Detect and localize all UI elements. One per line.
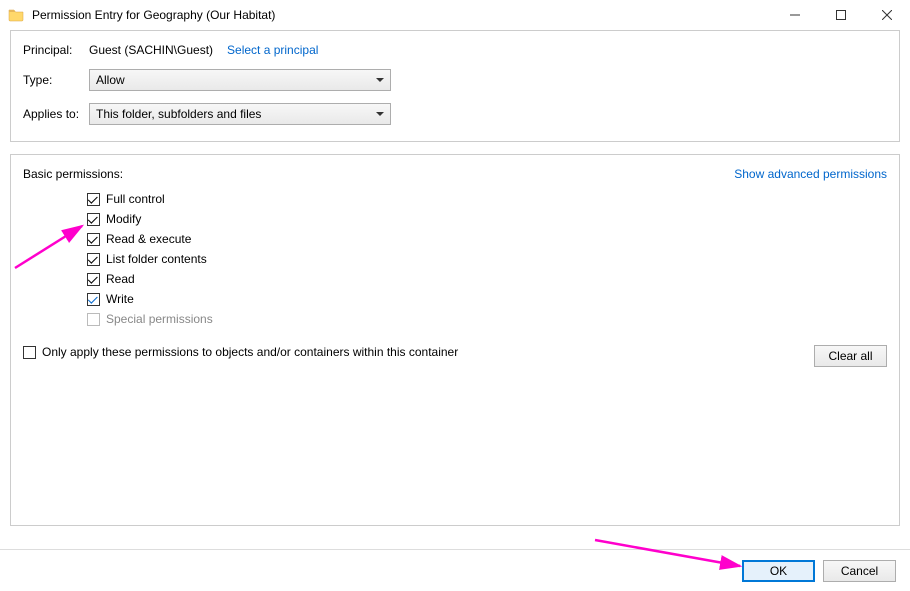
permission-label: List folder contents xyxy=(106,252,207,266)
permission-checkbox[interactable] xyxy=(87,273,100,286)
permission-checkbox[interactable] xyxy=(87,233,100,246)
permission-item: Read xyxy=(87,269,887,289)
folder-icon xyxy=(8,7,24,23)
type-label: Type: xyxy=(23,73,89,87)
titlebar: Permission Entry for Geography (Our Habi… xyxy=(0,0,910,30)
permission-item: Modify xyxy=(87,209,887,229)
window-controls xyxy=(772,0,910,30)
content: Principal: Guest (SACHIN\Guest) Select a… xyxy=(0,30,910,536)
select-principal-link[interactable]: Select a principal xyxy=(227,43,318,57)
permissions-panel: Basic permissions: Show advanced permiss… xyxy=(10,154,900,526)
applies-row: Applies to: This folder, subfolders and … xyxy=(23,103,887,125)
clear-all-button[interactable]: Clear all xyxy=(814,345,887,367)
basic-permissions-label: Basic permissions: xyxy=(23,167,123,181)
chevron-down-icon xyxy=(376,112,384,116)
cancel-label: Cancel xyxy=(841,564,878,578)
permission-checkbox[interactable] xyxy=(87,193,100,206)
type-row: Type: Allow xyxy=(23,69,887,91)
permission-item: Write xyxy=(87,289,887,309)
clear-all-label: Clear all xyxy=(828,349,872,363)
show-advanced-link[interactable]: Show advanced permissions xyxy=(734,167,887,181)
only-apply-label: Only apply these permissions to objects … xyxy=(42,345,458,359)
applies-label: Applies to: xyxy=(23,107,89,121)
principal-label: Principal: xyxy=(23,43,89,57)
permission-label: Read xyxy=(106,272,135,286)
permission-label: Read & execute xyxy=(106,232,191,246)
permission-checkbox[interactable] xyxy=(87,253,100,266)
applies-select-value: This folder, subfolders and files xyxy=(96,107,261,121)
principal-row: Principal: Guest (SACHIN\Guest) Select a… xyxy=(23,43,887,57)
principal-panel: Principal: Guest (SACHIN\Guest) Select a… xyxy=(10,30,900,142)
permission-checkbox[interactable] xyxy=(87,293,100,306)
cancel-button[interactable]: Cancel xyxy=(823,560,896,582)
permission-label: Special permissions xyxy=(106,312,213,326)
ok-label: OK xyxy=(770,564,787,578)
close-button[interactable] xyxy=(864,0,910,30)
permission-item: Read & execute xyxy=(87,229,887,249)
permission-label: Full control xyxy=(106,192,165,206)
permission-checkbox[interactable] xyxy=(87,213,100,226)
permission-item: List folder contents xyxy=(87,249,887,269)
footer: OK Cancel xyxy=(0,549,910,591)
minimize-button[interactable] xyxy=(772,0,818,30)
permission-item: Special permissions xyxy=(87,309,887,329)
ok-button[interactable]: OK xyxy=(742,560,815,582)
only-apply-checkbox[interactable] xyxy=(23,346,36,359)
permissions-list: Full control Modify Read & execute List fol… xyxy=(87,189,887,329)
applies-select[interactable]: This folder, subfolders and files xyxy=(89,103,391,125)
permission-checkbox xyxy=(87,313,100,326)
permissions-header: Basic permissions: Show advanced permiss… xyxy=(23,167,887,181)
window-title: Permission Entry for Geography (Our Habi… xyxy=(32,8,772,22)
type-select[interactable]: Allow xyxy=(89,69,391,91)
permission-label: Write xyxy=(106,292,134,306)
chevron-down-icon xyxy=(376,78,384,82)
principal-value: Guest (SACHIN\Guest) xyxy=(89,43,213,57)
only-apply-row: Only apply these permissions to objects … xyxy=(23,345,887,359)
permission-label: Modify xyxy=(106,212,141,226)
permission-item: Full control xyxy=(87,189,887,209)
maximize-button[interactable] xyxy=(818,0,864,30)
type-select-value: Allow xyxy=(96,73,125,87)
